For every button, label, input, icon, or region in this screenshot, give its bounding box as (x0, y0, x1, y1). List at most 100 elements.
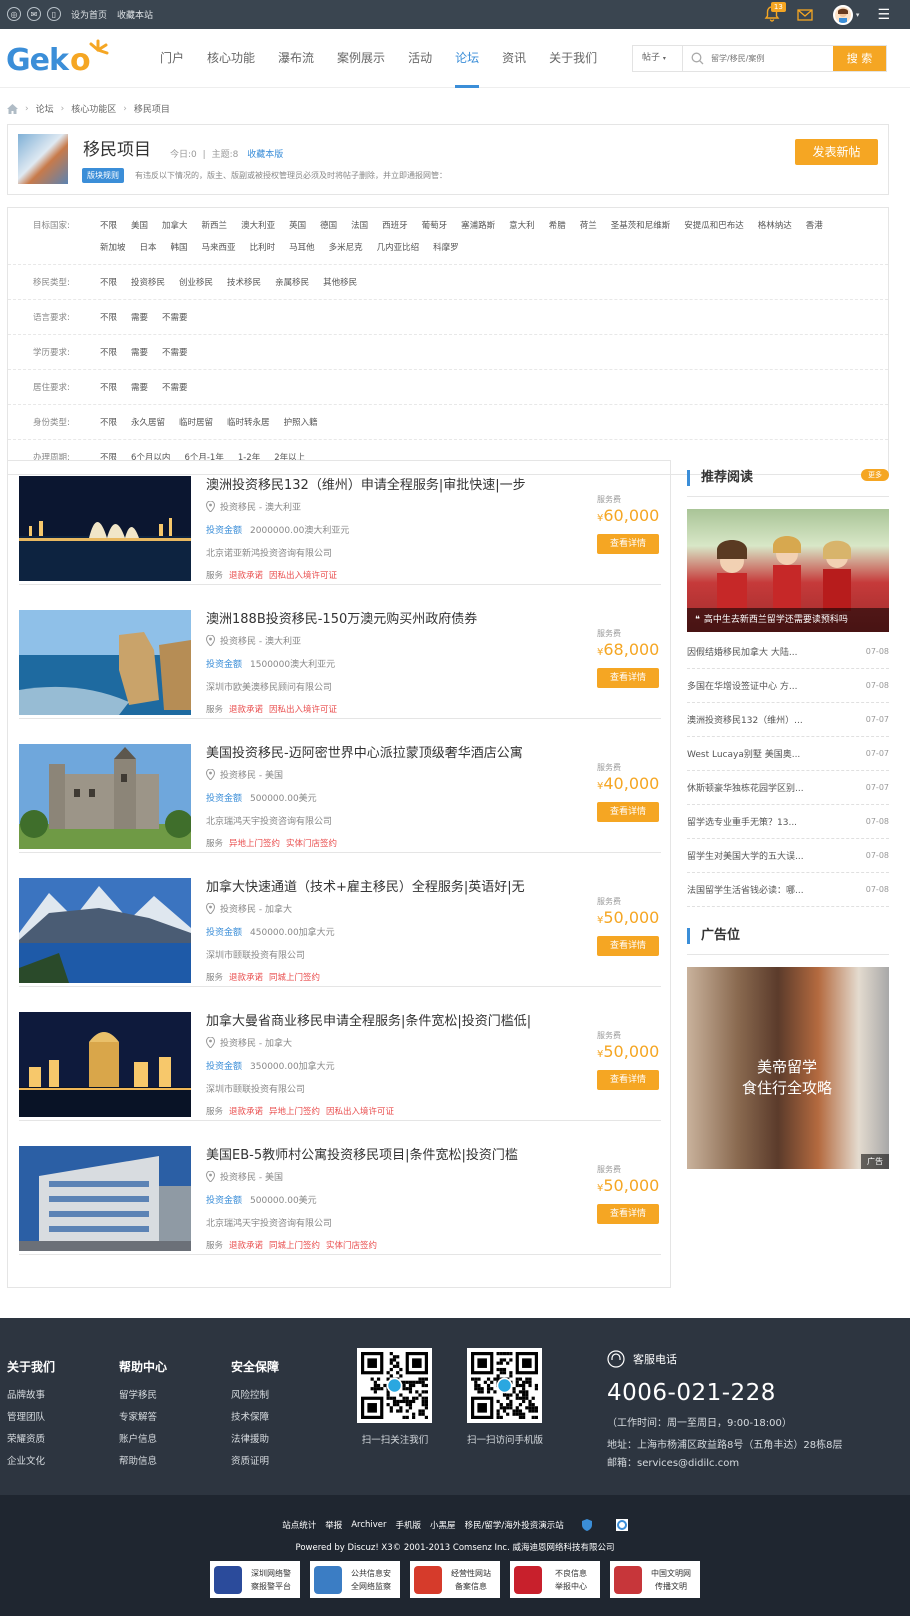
listing-thumbnail[interactable] (19, 1146, 191, 1251)
filter-option[interactable]: 安提瓜和巴布达 (684, 215, 744, 237)
filter-option[interactable]: 澳大利亚 (241, 215, 275, 237)
notification-bell-icon[interactable]: 13 (763, 1, 786, 25)
listing-thumbnail[interactable] (19, 476, 191, 581)
cert-badge[interactable]: 深圳网络警 察报警平台 (210, 1561, 300, 1598)
footer-link[interactable]: 荣耀资质 (7, 1429, 55, 1451)
filter-option[interactable]: 不限 (100, 342, 117, 364)
search-type-select[interactable]: 帖子 ▾ (633, 46, 683, 71)
article-title[interactable]: West Lucaya别墅 美国奥... (687, 747, 800, 760)
search-input[interactable] (711, 46, 833, 71)
article-item[interactable]: 休斯顿豪华独栋花园学区别... 07-07 (687, 771, 889, 805)
filter-option[interactable]: 意大利 (509, 215, 535, 237)
view-detail-button[interactable]: 查看详情 (597, 1204, 659, 1224)
article-title[interactable]: 留学选专业重手无策？13... (687, 815, 797, 828)
filter-option[interactable]: 多米尼克 (329, 237, 363, 259)
filter-option[interactable]: 希腊 (549, 215, 566, 237)
nav-forum[interactable]: 论坛 (455, 29, 480, 88)
ad-banner[interactable]: 美帝留学 食住行全攻略 广告 (687, 967, 889, 1169)
avatar-dropdown-icon[interactable]: ▾ (856, 11, 860, 19)
filter-option[interactable]: 美国 (131, 215, 148, 237)
filter-option[interactable]: 不限 (100, 215, 117, 237)
filter-option[interactable]: 不需要 (162, 307, 188, 329)
bookmark-link[interactable]: 收藏本站 (117, 8, 153, 21)
filter-option[interactable]: 西班牙 (382, 215, 408, 237)
listing-title[interactable]: 加拿大曼省商业移民申请全程服务|条件宽松|投资门槛低| (206, 1010, 531, 1029)
nav-cases[interactable]: 案例展示 (337, 29, 385, 88)
filter-option[interactable]: 马来西亚 (202, 237, 236, 259)
filter-option[interactable]: 新西兰 (202, 215, 228, 237)
footer-link[interactable]: 专家解答 (119, 1407, 167, 1429)
nav-portal[interactable]: 门户 (160, 29, 184, 88)
filter-option[interactable]: 投资移民 (131, 272, 165, 294)
listing-title[interactable]: 澳洲188B投资移民-150万澳元购买州政府债券 (206, 608, 477, 627)
cert-icon[interactable] (615, 1519, 628, 1531)
bottom-link-archiver[interactable]: Archiver (351, 1520, 386, 1530)
footer-link[interactable]: 账户信息 (119, 1429, 167, 1451)
cert-badge[interactable]: 中国文明网 传播文明 (610, 1561, 700, 1598)
footer-link[interactable]: 技术保障 (231, 1407, 279, 1429)
home-icon[interactable] (7, 103, 18, 114)
article-item[interactable]: 多国在华增设签证中心 方... 07-08 (687, 669, 889, 703)
filter-option[interactable]: 不限 (100, 412, 117, 434)
geko-logo[interactable]: Gek o (6, 38, 110, 78)
filter-option[interactable]: 其他移民 (323, 272, 357, 294)
filter-option[interactable]: 荷兰 (580, 215, 597, 237)
filter-option[interactable]: 香港 (806, 215, 823, 237)
article-title[interactable]: 留学生对美国大学的五大误... (687, 849, 804, 862)
breadcrumb-core[interactable]: 核心功能区 (71, 102, 116, 115)
filter-option[interactable]: 护照入籍 (284, 412, 318, 434)
listing-title[interactable]: 加拿大快速通道（技术+雇主移民）全程服务|英语好|无 (206, 876, 525, 895)
listing-thumbnail[interactable] (19, 878, 191, 983)
filter-option[interactable]: 马耳他 (289, 237, 315, 259)
cert-badge[interactable]: 公共信息安 全网络监察 (310, 1561, 400, 1598)
filter-option[interactable]: 圣基茨和尼维斯 (611, 215, 671, 237)
filter-option[interactable]: 塞浦路斯 (461, 215, 495, 237)
mobile-icon[interactable]: ▯ (47, 7, 61, 21)
filter-option[interactable]: 临时转永居 (227, 412, 270, 434)
filter-option[interactable]: 法国 (351, 215, 368, 237)
footer-link[interactable]: 帮助信息 (119, 1451, 167, 1473)
filter-option[interactable]: 创业移民 (179, 272, 213, 294)
view-detail-button[interactable]: 查看详情 (597, 534, 659, 554)
listing-title[interactable]: 澳洲投资移民132（维州）申请全程服务|审批快速|一步 (206, 474, 526, 493)
filter-option[interactable]: 需要 (131, 307, 148, 329)
nav-events[interactable]: 活动 (408, 29, 432, 88)
filter-option[interactable]: 新加坡 (100, 237, 126, 259)
filter-option[interactable]: 加拿大 (162, 215, 188, 237)
filter-option[interactable]: 科摩罗 (433, 237, 459, 259)
more-button[interactable]: 更多 (861, 469, 889, 481)
forum-rules-badge[interactable]: 版块规则 (82, 168, 124, 183)
filter-option[interactable]: 需要 (131, 377, 148, 399)
article-item[interactable]: 留学选专业重手无策？13... 07-08 (687, 805, 889, 839)
view-detail-button[interactable]: 查看详情 (597, 1070, 659, 1090)
filter-option[interactable]: 亲属移民 (275, 272, 309, 294)
filter-option[interactable]: 不限 (100, 272, 117, 294)
nav-waterfall[interactable]: 瀑布流 (278, 29, 314, 88)
cert-badge[interactable]: 不良信息 举报中心 (510, 1561, 600, 1598)
filter-option[interactable]: 德国 (320, 215, 337, 237)
breadcrumb-current[interactable]: 移民项目 (134, 102, 170, 115)
set-home-link[interactable]: 设为首页 (71, 8, 107, 21)
article-title[interactable]: 澳洲投资移民132（维州）... (687, 713, 803, 726)
filter-option[interactable]: 葡萄牙 (422, 215, 448, 237)
qq-icon[interactable]: ◎ (7, 7, 21, 21)
filter-option[interactable]: 韩国 (171, 237, 188, 259)
view-detail-button[interactable]: 查看详情 (597, 802, 659, 822)
article-item[interactable]: 法国留学生活省钱必读：哪... 07-08 (687, 873, 889, 907)
filter-option[interactable]: 需要 (131, 342, 148, 364)
footer-link[interactable]: 法律援助 (231, 1429, 279, 1451)
nav-core[interactable]: 核心功能 (207, 29, 255, 88)
footer-link[interactable]: 资质证明 (231, 1451, 279, 1473)
article-item[interactable]: 留学生对美国大学的五大误... 07-08 (687, 839, 889, 873)
article-title[interactable]: 法国留学生活省钱必读：哪... (687, 883, 804, 896)
favorite-forum-link[interactable]: 收藏本版 (247, 150, 283, 160)
bottom-link-site[interactable]: 移民/留学/海外投资演示站 (465, 1519, 564, 1531)
filter-option[interactable]: 英国 (289, 215, 306, 237)
user-avatar[interactable] (832, 4, 853, 25)
filter-option[interactable]: 永久居留 (131, 412, 165, 434)
menu-icon[interactable]: ☰ (877, 7, 890, 23)
view-detail-button[interactable]: 查看详情 (597, 668, 659, 688)
filter-option[interactable]: 不需要 (162, 342, 188, 364)
listing-thumbnail[interactable] (19, 1012, 191, 1117)
view-detail-button[interactable]: 查看详情 (597, 936, 659, 956)
